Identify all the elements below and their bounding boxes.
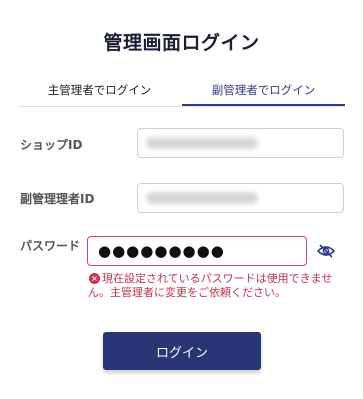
password-input[interactable]: ●●●●●●●●● [87,236,307,266]
login-button[interactable]: ログイン [103,332,261,370]
password-label: パスワード [20,239,81,253]
blurred-value [146,192,258,204]
shop-id-input[interactable] [137,128,344,158]
sub-admin-id-label: 副管理理者ID [20,192,95,206]
toggle-visibility-icon[interactable] [316,241,336,261]
tab-main-admin[interactable]: 主管理者でログイン [18,80,181,104]
password-error-message: 現在設定されているパスワードは使用できません。主管理者に変更をご依頼ください。 [88,272,333,299]
shop-id-label: ショップID [20,138,83,152]
sub-admin-id-input[interactable] [137,183,344,213]
blurred-value [146,137,258,149]
page-title: 管理画面ログイン [103,32,260,54]
login-type-tabs: 主管理者でログイン 副管理者でログイン [18,80,345,107]
tab-sub-admin[interactable]: 副管理者でログイン [182,80,345,106]
